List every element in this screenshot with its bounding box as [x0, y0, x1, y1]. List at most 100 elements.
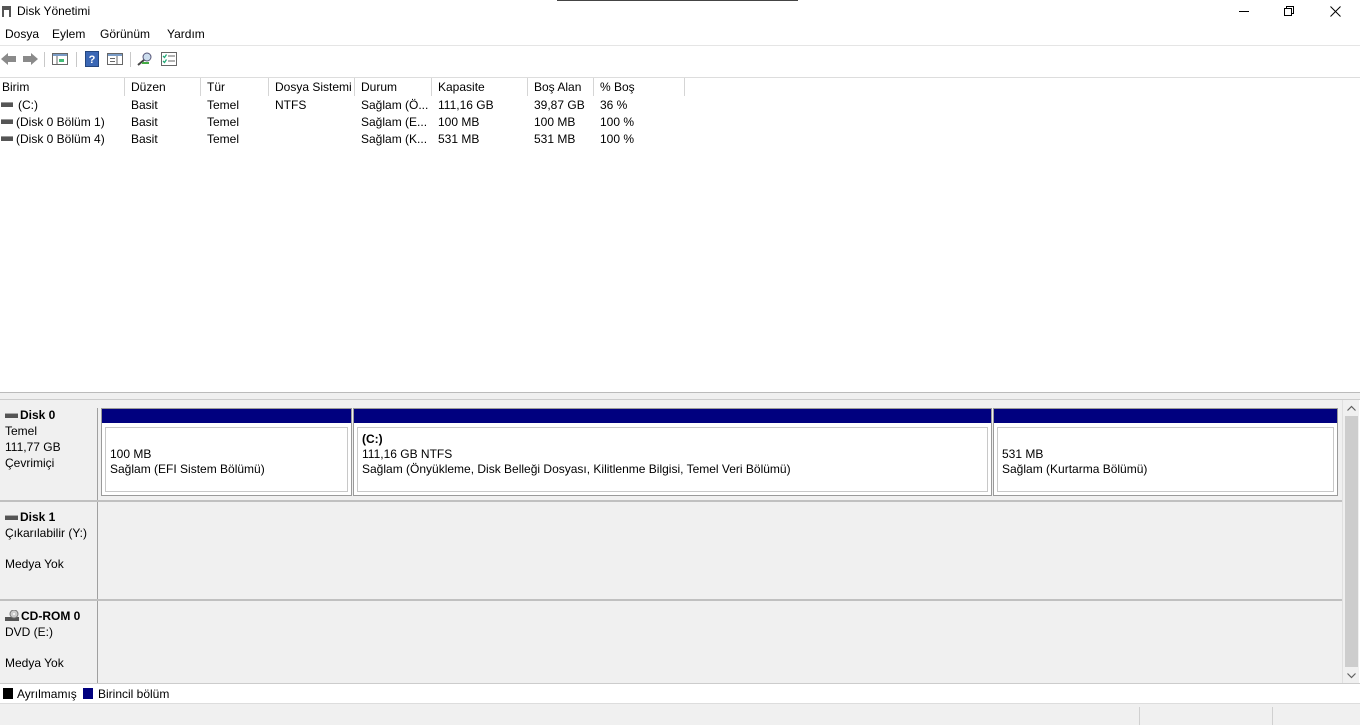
disk-status: Çevrimiçi — [5, 456, 55, 470]
status-divider — [1139, 707, 1140, 725]
unallocated-swatch — [3, 688, 13, 699]
primary-partition-bar — [102, 409, 351, 423]
disk-type: Temel — [5, 424, 38, 438]
partition-recovery[interactable]: 531 MB Sağlam (Kurtarma Bölümü) — [993, 408, 1338, 496]
partition-efi[interactable]: 100 MB Sağlam (EFI Sistem Bölümü) — [101, 408, 352, 496]
disk-1-label[interactable]: Disk 1 Çıkarılabilir (Y:) Medya Yok — [0, 502, 98, 599]
scroll-thumb[interactable] — [1345, 416, 1358, 667]
cell-birim: (Disk 0 Bölüm 4) — [16, 132, 105, 146]
scroll-down-button[interactable] — [1347, 671, 1356, 680]
cell-kapasite: 100 MB — [438, 115, 480, 129]
cell-bos-alan: 39,87 GB — [534, 98, 585, 112]
column-header-birim[interactable]: Birim — [0, 78, 125, 96]
restore-icon — [1284, 6, 1294, 16]
status-divider — [1272, 707, 1273, 725]
cell-duzen: Basit — [131, 98, 158, 112]
column-header-durum[interactable]: Durum — [355, 78, 432, 96]
legend-primary: Birincil bölüm — [98, 687, 170, 701]
minimize-button[interactable] — [1221, 0, 1267, 22]
column-header-tur[interactable]: Tür — [201, 78, 269, 96]
disk-name-text: Disk 0 — [20, 408, 56, 422]
cell-bos-alan: 531 MB — [534, 132, 576, 146]
volume-icon — [1, 136, 13, 141]
disk-row-separator — [0, 599, 1342, 601]
cell-yuzde-bos: 100 % — [600, 115, 635, 129]
partition-status: Sağlam (EFI Sistem Bölümü) — [110, 462, 265, 476]
partition-title: (C:) — [362, 432, 383, 446]
console-tree-button[interactable] — [52, 51, 68, 67]
menu-gorunum[interactable]: Görünüm — [100, 27, 150, 41]
window-title: Disk Yönetimi — [17, 4, 91, 18]
properties-icon — [161, 52, 177, 66]
back-button[interactable] — [1, 51, 17, 67]
properties-button[interactable] — [161, 51, 177, 67]
disk-name-text: CD-ROM 0 — [21, 609, 81, 623]
volume-icon — [1, 119, 13, 124]
menu-yardim[interactable]: Yardım — [167, 27, 205, 41]
toolbar-separator — [76, 52, 77, 67]
column-header-dosya-sistemi[interactable]: Dosya Sistemi — [269, 78, 355, 96]
menu-bar: Dosya Eylem Görünüm Yardım — [0, 24, 1360, 44]
primary-partition-swatch — [83, 688, 93, 699]
column-header-bos-alan[interactable]: Boş Alan — [528, 78, 594, 96]
disk-status: Medya Yok — [5, 557, 64, 571]
cell-dosya-sistemi: NTFS — [275, 98, 307, 112]
menu-eylem[interactable]: Eylem — [52, 27, 85, 41]
cell-kapasite: 111,16 GB — [438, 98, 494, 112]
column-header-duzen[interactable]: Düzen — [125, 78, 201, 96]
forward-icon — [23, 53, 38, 65]
cdrom-0-name: CD-ROM 0 — [5, 609, 97, 623]
svg-text:?: ? — [89, 54, 96, 66]
disk-status: Medya Yok — [5, 656, 64, 670]
disk-0-label[interactable]: Disk 0 Temel 111,77 GB Çevrimiçi — [0, 408, 98, 500]
minimize-icon — [1239, 11, 1249, 12]
help-button[interactable]: ? — [84, 51, 100, 67]
toolbar-separator — [44, 52, 45, 67]
disk-management-icon — [2, 6, 11, 17]
cell-duzen: Basit — [131, 115, 158, 129]
forward-button[interactable] — [22, 51, 38, 67]
hard-disk-icon — [5, 515, 18, 520]
cell-durum: Sağlam (Ö... — [361, 98, 429, 112]
menu-dosya[interactable]: Dosya — [5, 27, 39, 41]
console-tree-icon — [52, 53, 68, 65]
cell-birim: (Disk 0 Bölüm 1) — [16, 115, 105, 129]
primary-partition-bar — [994, 409, 1337, 423]
primary-partition-bar — [354, 409, 991, 423]
cdrom-0-label[interactable]: CD-ROM 0 DVD (E:) Medya Yok — [0, 601, 98, 683]
cd-drive-icon — [5, 610, 19, 621]
back-icon — [1, 53, 16, 65]
chevron-up-icon — [1347, 405, 1356, 411]
legend: Ayrılmamış Birincil bölüm — [0, 683, 1360, 703]
close-button[interactable] — [1312, 0, 1358, 22]
connect-button[interactable] — [137, 51, 153, 67]
vertical-scrollbar[interactable] — [1342, 400, 1359, 683]
toolbar: ? — [0, 45, 1360, 71]
column-header-yuzde-bos[interactable]: % Boş — [594, 78, 685, 96]
cell-yuzde-bos: 100 % — [600, 132, 635, 146]
cell-durum: Sağlam (K... — [361, 132, 428, 146]
pane-splitter[interactable] — [0, 392, 1360, 400]
cell-kapasite: 531 MB — [438, 132, 480, 146]
hard-disk-icon — [5, 413, 18, 418]
volume-icon — [1, 102, 13, 107]
list-header: Birim Düzen Tür Dosya Sistemi Durum Kapa… — [0, 78, 1360, 96]
table-row[interactable]: (Disk 0 Bölüm 1) Basit Temel Sağlam (E..… — [0, 114, 700, 131]
partition-title — [1002, 432, 1329, 447]
show-hide-button[interactable] — [107, 51, 123, 67]
connect-icon — [137, 52, 152, 66]
restore-button[interactable] — [1266, 0, 1312, 22]
scroll-up-button[interactable] — [1347, 403, 1356, 412]
table-row[interactable]: (C:) Basit Temel NTFS Sağlam (Ö... 111,1… — [0, 97, 700, 114]
table-row[interactable]: (Disk 0 Bölüm 4) Basit Temel Sağlam (K..… — [0, 131, 700, 148]
column-header-kapasite[interactable]: Kapasite — [432, 78, 528, 96]
cell-bos-alan: 100 MB — [534, 115, 576, 129]
partition-size: 100 MB — [110, 447, 152, 461]
disk-graphical-view: Disk 0 Temel 111,77 GB Çevrimiçi 100 MB … — [0, 400, 1342, 683]
title-bar: Disk Yönetimi — [0, 0, 1360, 24]
help-icon: ? — [85, 51, 99, 67]
volume-list: Birim Düzen Tür Dosya Sistemi Durum Kapa… — [0, 77, 1360, 392]
disk-type: Çıkarılabilir (Y:) — [5, 526, 88, 540]
partition-c[interactable]: (C:) 111,16 GB NTFS Sağlam (Önyükleme, D… — [353, 408, 992, 496]
status-bar — [0, 703, 1360, 725]
